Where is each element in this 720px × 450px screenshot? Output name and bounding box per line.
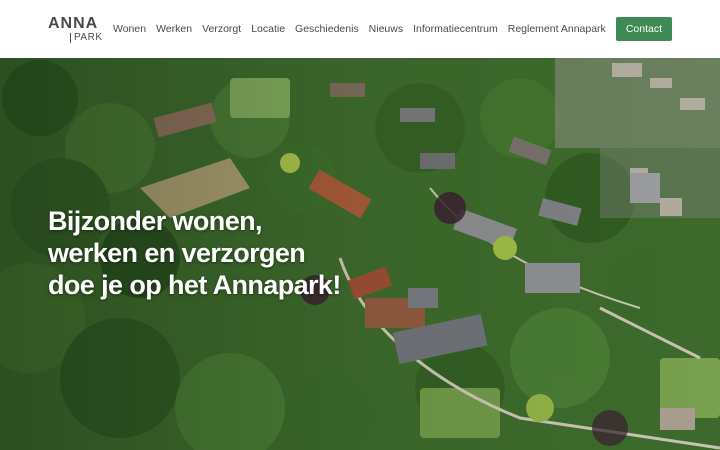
annapark-logo[interactable]: ANNA PARK (48, 14, 103, 43)
contact-button[interactable]: Contact (615, 17, 672, 41)
site-header: ANNA PARK Wonen Werken Verzorgt Locatie … (0, 0, 720, 58)
nav-item-verzorgt[interactable]: Verzorgt (202, 23, 241, 35)
logo-subtitle: PARK (70, 32, 103, 43)
main-nav: Wonen Werken Verzorgt Locatie Geschieden… (103, 17, 672, 41)
nav-item-wonen[interactable]: Wonen (113, 23, 146, 35)
nav-item-werken[interactable]: Werken (156, 23, 192, 35)
headline-line-2: werken en verzorgen (48, 238, 306, 268)
nav-item-reglement[interactable]: Reglement Annapark (508, 23, 606, 35)
nav-item-geschiedenis[interactable]: Geschiedenis (295, 23, 359, 35)
logo-wordmark: ANNA (48, 14, 99, 32)
nav-item-informatiecentrum[interactable]: Informatiecentrum (413, 23, 498, 35)
hero-headline: Bijzonder wonen, werken en verzorgen doe… (48, 205, 341, 301)
headline-line-3: doe je op het Annapark! (48, 270, 341, 300)
nav-item-nieuws[interactable]: Nieuws (369, 23, 403, 35)
headline-line-1: Bijzonder wonen, (48, 206, 263, 236)
nav-item-locatie[interactable]: Locatie (251, 23, 285, 35)
